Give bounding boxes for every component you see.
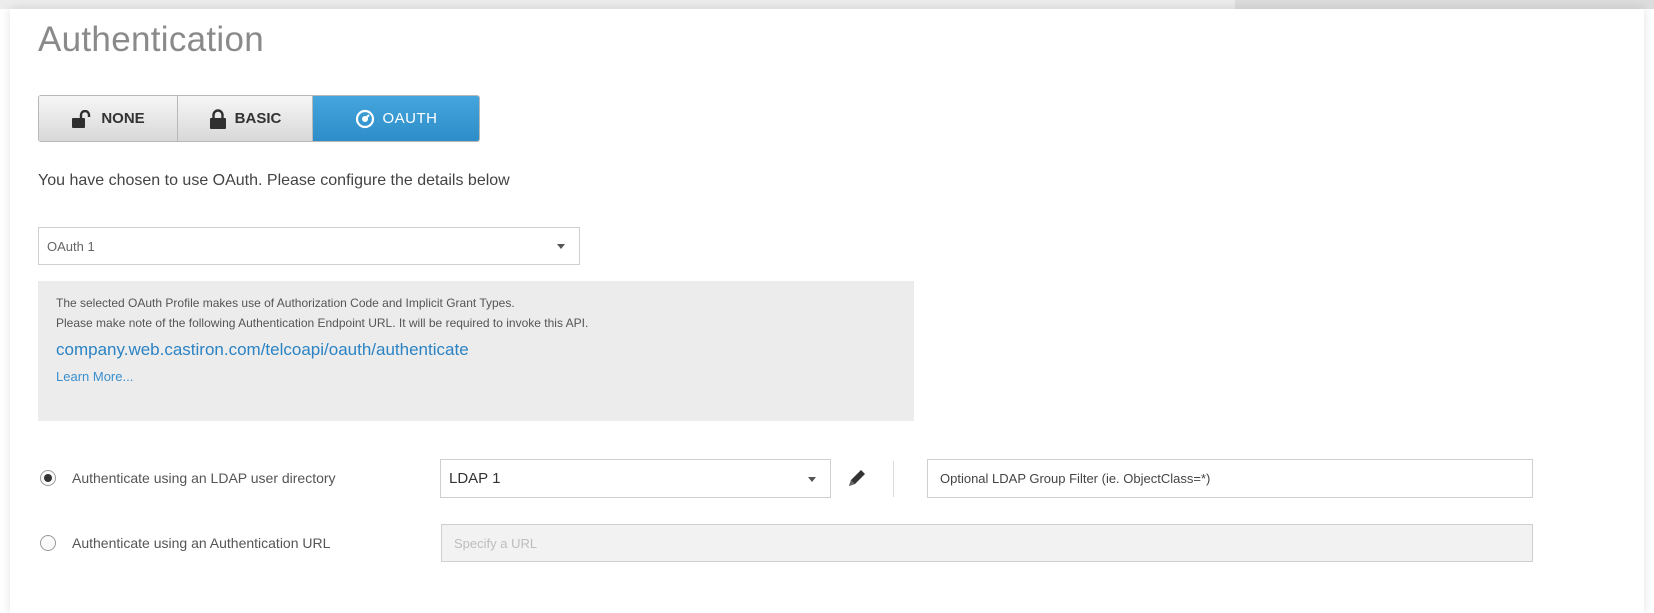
endpoint-url-link[interactable]: company.web.castiron.com/telcoapi/oauth/… — [56, 339, 896, 361]
auth-mode-none-button[interactable]: NONE — [39, 96, 178, 141]
ldap-directory-select[interactable]: LDAP 1 — [440, 459, 831, 498]
ldap-directory-value: LDAP 1 — [449, 470, 501, 487]
auth-mode-selector: NONE BASIC OAUTH — [38, 95, 480, 142]
url-option-label: Authenticate using an Authentication URL — [72, 535, 331, 551]
unlocked-padlock-icon — [71, 109, 93, 128]
ldap-option-row: Authenticate using an LDAP user director… — [40, 470, 336, 486]
learn-more-link[interactable]: Learn More... — [56, 369, 896, 384]
auth-mode-none-label: NONE — [101, 110, 145, 127]
ldap-radio[interactable] — [40, 470, 56, 486]
oauth-icon — [355, 109, 375, 129]
padlock-icon — [209, 108, 227, 129]
ldap-group-filter-input[interactable] — [927, 459, 1533, 498]
ldap-option-label: Authenticate using an LDAP user director… — [72, 470, 336, 486]
oauth-profile-value: OAuth 1 — [47, 238, 95, 254]
top-bar-right — [1235, 0, 1654, 9]
caret-down-icon — [557, 244, 565, 249]
caret-down-icon — [808, 476, 816, 482]
auth-mode-oauth-button[interactable]: OAUTH — [313, 96, 479, 141]
info-line-endpoint-note: Please make note of the following Authen… — [56, 316, 589, 330]
auth-mode-basic-label: BASIC — [234, 110, 282, 127]
url-option-row: Authenticate using an Authentication URL — [40, 535, 330, 551]
auth-mode-basic-button[interactable]: BASIC — [178, 96, 313, 141]
info-line-grant-types: The selected OAuth Profile makes use of … — [56, 296, 515, 310]
url-radio[interactable] — [40, 535, 56, 551]
radio-selected-dot — [44, 474, 52, 482]
page-title: Authentication — [38, 20, 265, 59]
oauth-profile-select[interactable]: OAuth 1 — [38, 227, 580, 265]
auth-mode-oauth-label: OAUTH — [382, 110, 438, 127]
oauth-description: You have chosen to use OAuth. Please con… — [38, 172, 510, 189]
authentication-url-input[interactable] — [441, 524, 1533, 562]
pencil-icon[interactable] — [846, 467, 868, 489]
field-divider — [893, 461, 894, 497]
oauth-info-box: The selected OAuth Profile makes use of … — [38, 281, 914, 421]
